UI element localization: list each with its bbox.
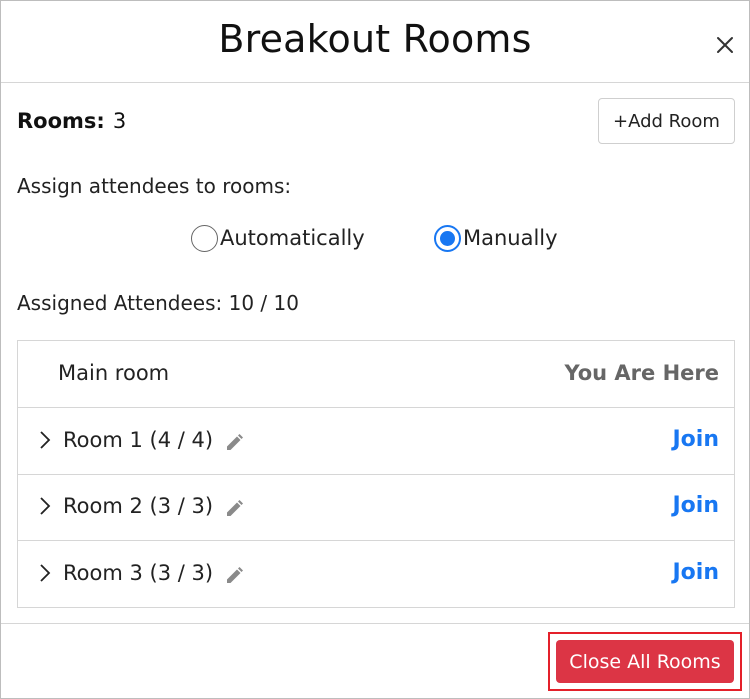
breakout-rooms-dialog: Breakout Rooms Rooms: 3 +Add Room Assign … (0, 0, 750, 699)
room-row: Room 2 (3 / 3) Join (18, 474, 734, 541)
rooms-count-label: Rooms: (17, 109, 105, 133)
pencil-icon[interactable] (224, 499, 244, 519)
rooms-table: Main room You Are Here Room 1 (4 / 4) Jo… (17, 340, 735, 608)
assign-manually-radio[interactable]: Manually (434, 223, 558, 253)
assign-automatically-radio[interactable]: Automatically (191, 223, 365, 253)
close-all-rooms-button[interactable]: Close All Rooms (556, 640, 734, 683)
room-name: Room 1 (4 / 4) (63, 428, 214, 452)
chevron-right-icon[interactable] (38, 563, 52, 583)
radio-checked-icon[interactable] (434, 224, 461, 252)
main-room-row: Main room You Are Here (18, 341, 734, 408)
pencil-icon[interactable] (224, 433, 244, 453)
join-room-button[interactable]: Join (672, 493, 719, 518)
chevron-right-icon[interactable] (38, 496, 52, 516)
room-name: Room 2 (3 / 3) (63, 494, 214, 518)
assigned-attendees-text: Assigned Attendees: 10 / 10 (17, 291, 299, 315)
close-icon[interactable] (713, 33, 737, 57)
chevron-right-icon[interactable] (38, 430, 52, 450)
close-all-highlight: Close All Rooms (548, 632, 742, 691)
room-row: Room 3 (3 / 3) Join (18, 541, 734, 608)
rooms-count-value: 3 (112, 109, 127, 133)
room-name: Room 3 (3 / 3) (63, 561, 214, 585)
assign-attendees-label: Assign attendees to rooms: (17, 174, 292, 198)
main-room-name: Main room (58, 361, 170, 385)
dialog-header: Breakout Rooms (1, 1, 749, 83)
radio-unchecked-icon[interactable] (191, 224, 218, 252)
dialog-title: Breakout Rooms (218, 17, 532, 61)
rooms-count-line: Rooms: 3 (17, 109, 126, 133)
pencil-icon[interactable] (224, 566, 244, 586)
join-room-button[interactable]: Join (672, 427, 719, 452)
room-row: Room 1 (4 / 4) Join (18, 408, 734, 475)
join-room-button[interactable]: Join (672, 560, 719, 585)
assign-automatically-label: Automatically (220, 226, 365, 250)
add-room-button[interactable]: +Add Room (598, 98, 735, 144)
you-are-here-status: You Are Here (564, 361, 719, 385)
assign-manually-label: Manually (463, 226, 558, 250)
